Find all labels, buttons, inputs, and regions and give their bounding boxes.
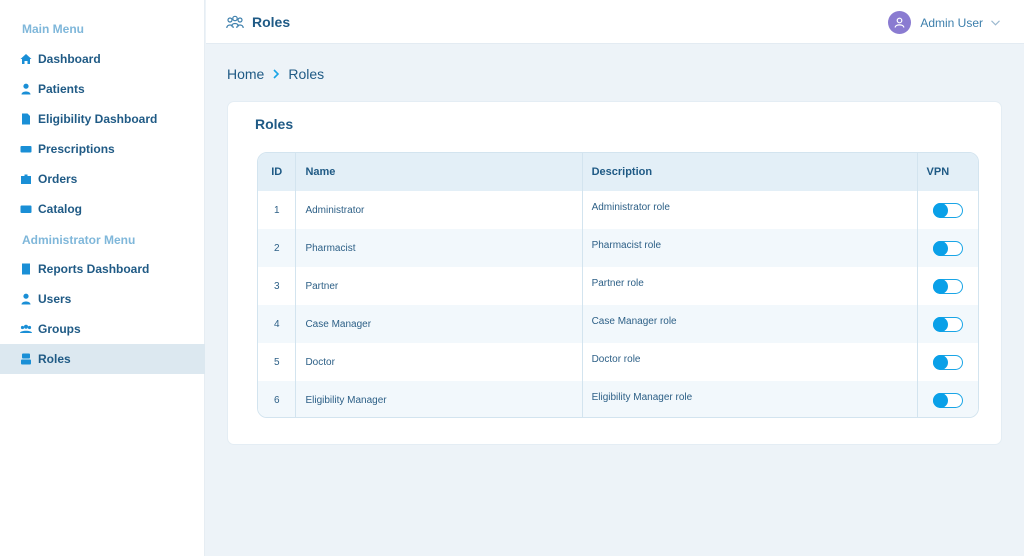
vpn-toggle[interactable] [932,202,963,218]
vpn-toggle[interactable] [932,278,963,294]
sidebar-item-roles[interactable]: Roles [0,344,205,374]
card-title: Roles [255,116,294,132]
home-icon [20,53,32,65]
sidebar-item-label: Users [38,292,72,306]
vpn-toggle[interactable] [932,354,963,370]
column-header-vpn[interactable]: VPN [917,153,978,191]
table-row[interactable]: 1 Administrator Administrator role [258,191,978,229]
sidebar-item-prescriptions[interactable]: Prescriptions [0,134,205,164]
mail-icon [20,203,32,215]
sidebar-item-label: Eligibility Dashboard [38,112,158,126]
column-header-id[interactable]: ID [258,153,297,191]
toggle-knob [932,392,948,408]
section-label-administrator-menu: Administrator Menu [22,233,136,247]
table-row[interactable]: 5 Doctor Doctor role [258,343,978,381]
cell-name: Eligibility Manager [295,381,583,417]
table-row[interactable]: 4 Case Manager Case Manager role [258,305,978,343]
sidebar-item-label: Roles [38,352,71,366]
box-icon [20,173,32,185]
cell-description: Eligibility Manager role [582,381,918,417]
sidebar-item-catalog[interactable]: Catalog [0,194,205,224]
sidebar: Main Menu Dashboard Patients Eligibility… [0,0,205,556]
user-icon [20,293,32,305]
roles-table: ID Name Description VPN 1 Administrator … [257,152,979,418]
cell-vpn [917,267,978,305]
table-row[interactable]: 2 Pharmacist Pharmacist role [258,229,978,267]
report-icon [20,263,32,275]
card-icon [20,143,32,155]
sidebar-item-label: Dashboard [38,52,101,66]
user-icon [894,17,905,28]
vpn-toggle[interactable] [932,240,963,256]
cell-vpn [917,191,978,229]
cell-description: Case Manager role [582,305,918,343]
cell-name: Partner [295,267,583,305]
sidebar-item-reports-dashboard[interactable]: Reports Dashboard [0,254,205,284]
section-label-main-menu: Main Menu [22,22,84,36]
breadcrumb-current: Roles [288,66,325,82]
cell-id: 2 [258,229,297,267]
toggle-knob [932,316,948,332]
cell-vpn [917,305,978,343]
chevron-down-icon [991,19,1000,26]
chevron-right-icon [273,69,280,79]
sidebar-item-label: Groups [38,322,81,336]
roles-icon [20,353,32,365]
table-header-row: ID Name Description VPN [258,153,978,191]
sidebar-item-label: Reports Dashboard [38,262,150,276]
cell-id: 3 [258,267,297,305]
top-bar: Roles Admin User [206,0,1024,44]
user-icon [20,83,32,95]
avatar [888,11,912,34]
cell-id: 6 [258,381,297,417]
sidebar-item-groups[interactable]: Groups [0,314,205,344]
file-icon [20,113,32,125]
page-title: Roles [252,14,291,30]
roles-card: Roles ID Name Description VPN 1 Administ… [227,101,1002,445]
cell-description: Pharmacist role [582,229,918,267]
toggle-knob [932,278,948,294]
cell-description: Partner role [582,267,918,305]
cell-name: Case Manager [295,305,583,343]
cell-name: Administrator [295,191,583,229]
cell-name: Doctor [295,343,583,381]
sidebar-item-label: Catalog [38,202,83,216]
cell-name: Pharmacist [295,229,583,267]
column-header-description[interactable]: Description [582,153,918,191]
sidebar-item-patients[interactable]: Patients [0,74,205,104]
people-icon [226,15,244,29]
table-row[interactable]: 6 Eligibility Manager Eligibility Manage… [258,381,978,417]
table-row[interactable]: 3 Partner Partner role [258,267,978,305]
cell-description: Doctor role [582,343,918,381]
cell-vpn [917,381,978,417]
sidebar-item-label: Prescriptions [38,142,115,156]
sidebar-item-label: Orders [38,172,78,186]
vpn-toggle[interactable] [932,316,963,332]
cell-description: Administrator role [582,191,918,229]
toggle-knob [932,240,948,256]
column-header-name[interactable]: Name [295,153,583,191]
sidebar-item-users[interactable]: Users [0,284,205,314]
breadcrumb: Home Roles [227,66,324,82]
user-menu[interactable]: Admin User [888,11,1000,34]
cell-vpn [917,229,978,267]
cell-id: 1 [258,191,297,229]
breadcrumb-home[interactable]: Home [227,66,264,82]
group-icon [20,323,32,335]
cell-id: 5 [258,343,297,381]
sidebar-item-orders[interactable]: Orders [0,164,205,194]
user-name: Admin User [920,15,983,30]
sidebar-item-dashboard[interactable]: Dashboard [0,44,205,74]
sidebar-item-label: Patients [38,82,85,96]
cell-vpn [917,343,978,381]
sidebar-item-eligibility-dashboard[interactable]: Eligibility Dashboard [0,104,205,134]
toggle-knob [932,202,948,218]
cell-id: 4 [258,305,297,343]
toggle-knob [932,354,948,370]
vpn-toggle[interactable] [932,392,963,408]
